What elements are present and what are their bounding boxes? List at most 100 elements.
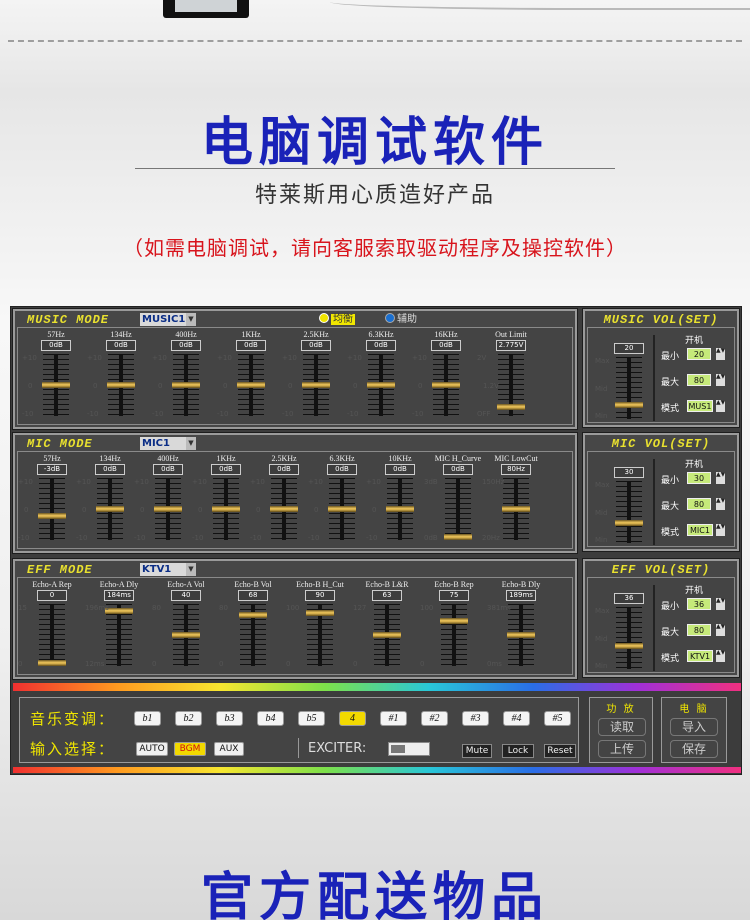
spinner-icon[interactable]: ▲▼ (716, 598, 725, 610)
music-mode-select[interactable]: MUSIC1 ▼ (140, 313, 196, 326)
fader-knob[interactable] (172, 632, 200, 638)
key-shift-button[interactable]: b2 (175, 711, 202, 726)
fader-knob[interactable] (507, 632, 535, 638)
vol-min-value[interactable]: 20 (687, 348, 711, 360)
key-shift-button[interactable]: #2 (421, 711, 448, 726)
mic-mode-select[interactable]: MIC1 ▼ (140, 437, 196, 450)
fader[interactable]: Echo-B Rep 75 100 0 (420, 580, 484, 680)
fader-knob[interactable] (212, 506, 240, 512)
fader-knob[interactable] (237, 382, 265, 388)
key-shift-button[interactable]: #1 (380, 711, 407, 726)
fader-knob[interactable] (172, 382, 200, 388)
key-shift-button[interactable]: 4 (339, 711, 366, 726)
fader[interactable]: 2.5KHz 0dB +10 0 -10 (250, 454, 314, 554)
fader[interactable]: 57Hz 0dB +10 0 -10 (22, 330, 86, 430)
fader-knob[interactable] (42, 382, 70, 388)
fader-knob[interactable] (105, 608, 133, 615)
upload-button[interactable]: 上传 (598, 740, 646, 758)
spinner-icon[interactable]: ▲▼ (716, 498, 725, 510)
fader[interactable]: Echo-A Dly 184ms 196ms 12ms (85, 580, 149, 680)
spinner-icon[interactable]: ▲▼ (716, 374, 725, 386)
fader-knob[interactable] (107, 382, 135, 388)
vol-fader[interactable]: 20 (599, 333, 659, 433)
fader[interactable]: MIC H_Curve 0dB 3dB 0dB (424, 454, 488, 554)
spinner-icon[interactable]: ▲▼ (716, 524, 725, 536)
fader-knob[interactable] (502, 506, 530, 512)
fader-knob[interactable] (270, 506, 298, 512)
fader-knob[interactable] (38, 512, 66, 519)
import-button[interactable]: 导入 (670, 718, 718, 736)
vol-fader[interactable]: 36 (599, 583, 659, 683)
vol-mode-value[interactable]: KTV1 (687, 650, 713, 662)
fader[interactable]: 57Hz -3dB +10 0 -10 (18, 454, 82, 554)
input-select-button[interactable]: AUTO (136, 742, 168, 756)
fader-knob[interactable] (367, 382, 395, 388)
fader-knob[interactable] (373, 632, 401, 638)
fader[interactable]: 16KHz 0dB +10 0 -10 (412, 330, 476, 430)
key-shift-button[interactable]: #4 (503, 711, 530, 726)
fader[interactable]: 400Hz 0dB +10 0 -10 (152, 330, 216, 430)
fader-knob[interactable] (386, 506, 414, 512)
fader-knob[interactable] (440, 618, 468, 624)
fader[interactable]: 6.3KHz 0dB +10 0 -10 (308, 454, 372, 554)
vol-min-value[interactable]: 36 (687, 598, 711, 610)
lock-button[interactable]: Lock (502, 744, 534, 758)
key-shift-button[interactable]: b4 (257, 711, 284, 726)
fader[interactable]: Echo-A Rep 0 15 0 (18, 580, 82, 680)
save-button[interactable]: 保存 (670, 740, 718, 758)
fader[interactable]: 400Hz 0dB +10 0 -10 (134, 454, 198, 554)
vol-knob[interactable] (615, 642, 643, 649)
key-shift-button[interactable]: #5 (544, 711, 571, 726)
fader[interactable]: Out Limit 2.775V 2V 1.2V OFF (477, 330, 541, 430)
vol-min-value[interactable]: 30 (687, 472, 711, 484)
spinner-icon[interactable]: ▲▼ (716, 348, 725, 360)
eff-mode-select[interactable]: KTV1 ▼ (140, 563, 196, 576)
vol-max-value[interactable]: 80 (687, 374, 711, 386)
key-shift-button[interactable]: #3 (462, 711, 489, 726)
fader-knob[interactable] (328, 506, 356, 512)
vol-fader[interactable]: 30 (599, 457, 659, 557)
key-shift-button[interactable]: b1 (134, 711, 161, 726)
radio-aux[interactable]: 辅助 (385, 313, 417, 326)
vol-knob[interactable] (615, 401, 643, 408)
key-shift-button[interactable]: b5 (298, 711, 325, 726)
fader-knob[interactable] (302, 382, 330, 388)
fader[interactable]: Echo-B H_Cut 90 100 0 (286, 580, 350, 680)
fader-knob[interactable] (444, 534, 472, 540)
vol-knob[interactable] (615, 520, 643, 527)
fader[interactable]: 2.5KHz 0dB +10 0 -10 (282, 330, 346, 430)
mute-button[interactable]: Mute (462, 744, 492, 758)
spinner-icon[interactable]: ▲▼ (716, 624, 725, 636)
fader[interactable]: 10KHz 0dB +10 0 -10 (366, 454, 430, 554)
vol-mode-value[interactable]: MUS1 (687, 400, 713, 412)
fader[interactable]: 134Hz 0dB +10 0 -10 (87, 330, 151, 430)
fader-knob[interactable] (306, 609, 334, 616)
input-select-button[interactable]: BGM (174, 742, 206, 756)
read-button[interactable]: 读取 (598, 718, 646, 736)
vol-max-value[interactable]: 80 (687, 498, 711, 510)
fader[interactable]: 1KHz 0dB +10 0 -10 (217, 330, 281, 430)
spinner-icon[interactable]: ▲▼ (716, 472, 725, 484)
fader-knob[interactable] (497, 404, 525, 411)
fader[interactable]: 134Hz 0dB +10 0 -10 (76, 454, 140, 554)
spinner-icon[interactable]: ▲▼ (716, 400, 725, 412)
fader[interactable]: Echo-B Dly 189ms 381ms 0ms (487, 580, 551, 680)
fader[interactable]: 1KHz 0dB +10 0 -10 (192, 454, 256, 554)
radio-eq[interactable]: 均衡 (319, 313, 355, 326)
input-select-button[interactable]: AUX (214, 742, 244, 756)
fader[interactable]: MIC LowCut 80Hz 150Hz 20Hz (482, 454, 546, 554)
exciter-toggle[interactable] (388, 742, 430, 756)
fader-knob[interactable] (239, 612, 267, 619)
fader[interactable]: 6.3KHz 0dB +10 0 -10 (347, 330, 411, 430)
fader[interactable]: Echo-A Vol 40 80 0 (152, 580, 216, 680)
reset-button[interactable]: Reset (544, 744, 576, 758)
fader-knob[interactable] (432, 382, 460, 388)
key-shift-button[interactable]: b3 (216, 711, 243, 726)
fader[interactable]: Echo-B Vol 68 80 0 (219, 580, 283, 680)
vol-max-value[interactable]: 80 (687, 624, 711, 636)
fader[interactable]: Echo-B L&R 63 127 0 (353, 580, 417, 680)
spinner-icon[interactable]: ▲▼ (716, 650, 725, 662)
fader-knob[interactable] (154, 506, 182, 512)
vol-mode-value[interactable]: MIC1 (687, 524, 713, 536)
fader-knob[interactable] (96, 506, 124, 512)
